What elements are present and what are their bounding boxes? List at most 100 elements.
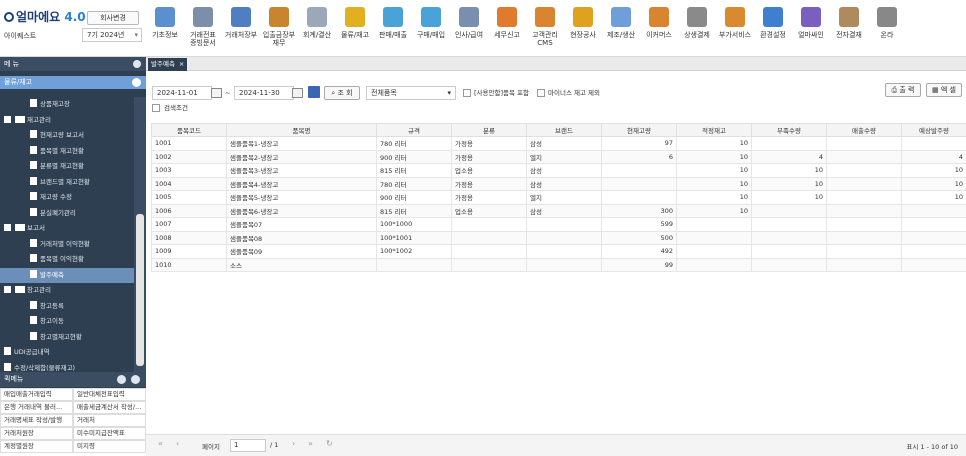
tree-item[interactable]: 창고이동 <box>0 314 134 330</box>
menu-item-basic-info[interactable]: 기초정보 <box>146 0 184 57</box>
tree-item[interactable]: 재고량 수정 <box>0 190 134 206</box>
sidebar-scrollbar[interactable] <box>134 97 146 372</box>
menu-item-sign[interactable]: 얼마싸인 <box>792 0 830 57</box>
favorite-item[interactable]: 매입매출거래입력 <box>0 388 73 401</box>
table-row[interactable]: 1010 소스 99 <box>151 257 966 272</box>
tree-item[interactable]: 발주예측 <box>0 267 134 283</box>
menu-item-payment[interactable]: 상생결제 <box>678 0 716 57</box>
tree-item[interactable]: 상품재고장 <box>0 97 134 113</box>
column-header[interactable]: 현재고량 <box>601 123 677 137</box>
menu-item-construction[interactable]: 현장공사 <box>564 0 602 57</box>
collapse-toggle-icon[interactable] <box>4 224 11 231</box>
tree-item[interactable]: 수정/삭제함(물류재고) <box>0 361 134 373</box>
close-icon[interactable]: × <box>179 60 184 68</box>
column-header[interactable]: 예상발주량 <box>901 123 966 137</box>
calendar-icon[interactable] <box>292 88 303 98</box>
tree-item[interactable]: 창고등록 <box>0 299 134 315</box>
favorite-item[interactable]: 계정별원장 <box>0 440 73 453</box>
prev-page-icon[interactable]: ‹ <box>176 439 179 448</box>
first-page-icon[interactable]: « <box>158 439 163 448</box>
favorite-item[interactable]: 거래처원장 <box>0 427 73 440</box>
menu-item-settings[interactable]: 환경설정 <box>754 0 792 57</box>
search-condition-checkbox[interactable] <box>152 104 160 112</box>
column-header[interactable]: 규격 <box>376 123 452 137</box>
favorite-item[interactable]: 거래처 <box>73 414 146 427</box>
menu-item-tax[interactable]: 세무신고 <box>488 0 526 57</box>
tree-item[interactable]: 분실폐기관리 <box>0 206 134 222</box>
menu-item-manufacturing[interactable]: 제조/생산 <box>602 0 640 57</box>
favorite-item[interactable]: 매출세금계산서 작성/... <box>73 401 146 414</box>
fiscal-period-select[interactable]: 7기 2024년 ▾ <box>82 28 142 42</box>
table-row[interactable]: 1005 샘플품목5-냉장고 900 리터 가정용 엘지 10 10 10 <box>151 190 966 205</box>
tree-item[interactable]: UDI공급내역 <box>0 345 134 361</box>
table-row[interactable]: 1003 샘플품목3-냉장고 815 리터 업소용 삼성 10 10 10 <box>151 163 966 178</box>
column-header[interactable]: 분류 <box>451 123 527 137</box>
change-company-button[interactable]: 회사변경 <box>87 11 139 25</box>
calendar-range-icon[interactable] <box>308 86 320 98</box>
menu-item-purchase[interactable]: 구매/매입 <box>412 0 450 57</box>
tree-item[interactable]: 창고별재고현황 <box>0 330 134 346</box>
last-page-icon[interactable]: » <box>308 439 313 448</box>
excel-button[interactable]: ▦ 엑 셀 <box>926 83 962 97</box>
refresh-icon[interactable]: ↻ <box>326 439 333 448</box>
collapse-icon[interactable] <box>133 60 141 68</box>
tree-item[interactable]: 품목별 재고현황 <box>0 144 134 160</box>
tab-order-forecast[interactable]: 발주예측 × <box>148 58 188 71</box>
table-row[interactable]: 1001 샘플품목1-냉장고 780 리터 가정용 삼성 97 10 <box>151 136 966 151</box>
tree-item[interactable]: 보고서 <box>0 221 134 237</box>
favorite-item[interactable]: 일반대체전표입력 <box>73 388 146 401</box>
menu-item-voucher[interactable]: 거래전표 증빙문서 <box>184 0 222 57</box>
table-row[interactable]: 1006 샘플품목6-냉장고 815 리터 업소용 삼성 300 10 <box>151 203 966 218</box>
table-row[interactable]: 1009 샘플품목09 100*1002 492 <box>151 244 966 259</box>
page-input[interactable]: 1 <box>230 439 266 452</box>
menu-item-approval[interactable]: 전자결재 <box>830 0 868 57</box>
column-header[interactable]: 적정재고 <box>676 123 752 137</box>
tree-item[interactable]: 분류별 재고현황 <box>0 159 134 175</box>
tree-item[interactable]: 재고관리 <box>0 113 134 129</box>
exclude-minus-checkbox[interactable] <box>537 89 545 97</box>
tree-item[interactable]: 품목별 이익현황 <box>0 252 134 268</box>
include-unused-checkbox[interactable] <box>463 89 471 97</box>
menu-item-hr[interactable]: 인사/급여 <box>450 0 488 57</box>
menu-item-sales[interactable]: 판매/매출 <box>374 0 412 57</box>
column-header[interactable]: 부족수량 <box>751 123 827 137</box>
table-row[interactable]: 1002 샘플품목2-냉장고 900 리터 가정용 엘지 6 10 4 4 <box>151 149 966 164</box>
search-button[interactable]: ⌕ 조 회 <box>324 86 360 100</box>
column-header[interactable]: 품목코드 <box>151 123 227 137</box>
column-header[interactable]: 브랜드 <box>526 123 602 137</box>
gear-icon[interactable] <box>117 375 126 384</box>
menu-item-online[interactable]: 온라 <box>868 0 906 57</box>
menu-item-ledger[interactable]: 거래처장부 <box>222 0 260 57</box>
collapse-toggle-icon[interactable] <box>4 286 11 293</box>
favorite-item[interactable]: 미수미지급잔액표 <box>73 427 146 440</box>
favorite-item[interactable]: 은행 거래내역 불러... <box>0 401 73 414</box>
menu-item-logistics[interactable]: 물류/재고 <box>336 0 374 57</box>
column-header[interactable]: 매출수량 <box>826 123 902 137</box>
table-row[interactable]: 1008 샘플품목08 100*1001 500 <box>151 230 966 245</box>
table-row[interactable]: 1007 샘플품목07 100*1000 599 <box>151 217 966 232</box>
table-row[interactable]: 1004 샘플품목4-냉장고 780 리터 가정용 삼성 10 10 10 <box>151 176 966 191</box>
column-header[interactable]: 품목명 <box>226 123 377 137</box>
print-button[interactable]: ⎙ 출 력 <box>885 83 921 97</box>
menu-item-cms[interactable]: 고객관리 CMS <box>526 0 564 57</box>
date-from-input[interactable]: 2024-11-01 <box>152 86 212 100</box>
favorite-item[interactable]: 미지령 <box>73 440 146 453</box>
collapse-toggle-icon[interactable] <box>4 115 11 123</box>
menu-item-accounting[interactable]: 회계/결산 <box>298 0 336 57</box>
tree-item[interactable]: 창고관리 <box>0 283 134 299</box>
next-page-icon[interactable]: › <box>292 439 295 448</box>
sidebar-category[interactable]: 물류/재고 <box>0 76 146 89</box>
menu-item-cash-ledger[interactable]: 입출금장부 재무 <box>260 0 298 57</box>
tree-item[interactable]: 브랜드별 재고현황 <box>0 175 134 191</box>
menu-item-extra-service[interactable]: 부가서비스 <box>716 0 754 57</box>
calendar-icon[interactable] <box>211 88 222 98</box>
favorite-item[interactable]: 거래명세표 작성/발행 <box>0 414 73 427</box>
tree-item[interactable]: 거래처별 이익현황 <box>0 237 134 253</box>
tree-item[interactable]: 현재고량 보고서 <box>0 128 134 144</box>
minus-circle-icon[interactable] <box>132 78 141 87</box>
menu-item-ecommerce[interactable]: 이커머스 <box>640 0 678 57</box>
date-to-input[interactable]: 2024-11-30 <box>234 86 294 100</box>
item-select[interactable]: 전체품목 ▾ <box>366 86 456 100</box>
scrollbar-thumb[interactable] <box>136 214 144 366</box>
collapse-icon[interactable] <box>131 375 140 384</box>
